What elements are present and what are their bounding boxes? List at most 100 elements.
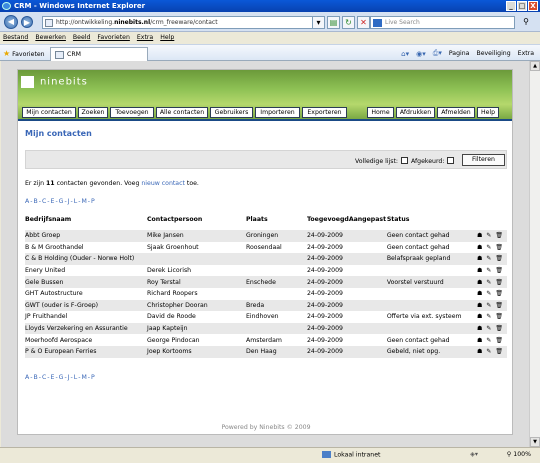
- filter-button[interactable]: Filteren: [462, 154, 505, 166]
- close-button[interactable]: X: [528, 1, 538, 11]
- edit-icon[interactable]: ✎: [486, 302, 491, 309]
- alpha-link[interactable]: M: [81, 198, 86, 205]
- table-row[interactable]: C & B Holding (Ouder - Norwe Holt) 24-09-…: [25, 253, 507, 265]
- protected-mode-icon[interactable]: ◈▾: [470, 451, 478, 458]
- table-row[interactable]: Enery United Derek Licorish 24-09-2009 ☗ ✎ 🗑: [25, 265, 507, 277]
- delete-icon[interactable]: 🗑: [495, 255, 503, 262]
- view-icon[interactable]: ☗: [477, 290, 482, 297]
- col-plaats[interactable]: Plaats: [246, 215, 307, 230]
- alpha-link[interactable]: G: [59, 198, 64, 205]
- favorites-button[interactable]: ★ Favorieten: [3, 49, 45, 58]
- delete-icon[interactable]: 🗑: [495, 313, 503, 320]
- nav-alle-contacten[interactable]: Alle contacten: [156, 107, 208, 118]
- col-status[interactable]: Status: [387, 215, 473, 230]
- edit-icon[interactable]: ✎: [486, 244, 491, 251]
- nav-zoeken[interactable]: Zoeken: [78, 107, 108, 118]
- vertical-scrollbar[interactable]: ▲ ▼: [529, 61, 540, 447]
- search-icon[interactable]: ⚲: [519, 16, 533, 29]
- nav-home[interactable]: Home: [367, 107, 394, 118]
- scroll-up-icon[interactable]: ▲: [530, 61, 540, 71]
- table-row[interactable]: JP Fruithandel David de Roode Eindhoven 24-…: [25, 311, 507, 323]
- edit-icon[interactable]: ✎: [486, 325, 491, 332]
- cmd-beveiliging[interactable]: Beveiliging: [476, 50, 510, 57]
- alpha-link[interactable]: C: [42, 374, 46, 381]
- alpha-link[interactable]: A: [25, 198, 29, 205]
- nav-toevoegen[interactable]: Toevoegen: [110, 107, 154, 118]
- menu-extra[interactable]: Extra: [137, 34, 153, 44]
- alpha-link[interactable]: P: [91, 374, 95, 381]
- home-icon[interactable]: ⌂▾: [401, 50, 409, 58]
- cmd-extra[interactable]: Extra: [518, 50, 534, 57]
- delete-icon[interactable]: 🗑: [495, 279, 503, 286]
- cmd-pagina[interactable]: Pagina: [449, 50, 470, 57]
- edit-icon[interactable]: ✎: [486, 232, 491, 239]
- delete-icon[interactable]: 🗑: [495, 302, 503, 309]
- back-button[interactable]: ◀: [4, 15, 18, 29]
- menu-bewerken[interactable]: Bewerken: [35, 34, 66, 44]
- nav-mijn-contacten[interactable]: Mijn contacten: [22, 107, 76, 118]
- menu-help[interactable]: Help: [160, 34, 174, 44]
- view-icon[interactable]: ☗: [477, 255, 482, 262]
- col-bedrijfsnaam[interactable]: Bedrijfsnaam: [25, 215, 147, 230]
- view-icon[interactable]: ☗: [477, 313, 482, 320]
- zoom-control[interactable]: ⚲ 100%: [507, 451, 531, 458]
- col-aangepast[interactable]: Aangepast: [349, 215, 387, 230]
- edit-icon[interactable]: ✎: [486, 337, 491, 344]
- stop-icon[interactable]: ✕: [357, 16, 370, 29]
- refresh-icon[interactable]: ↻: [342, 16, 355, 29]
- nav-afmelden[interactable]: Afmelden: [437, 107, 475, 118]
- scroll-down-icon[interactable]: ▼: [530, 437, 540, 447]
- alpha-link[interactable]: P: [91, 198, 95, 205]
- nav-help[interactable]: Help: [477, 107, 499, 118]
- view-icon[interactable]: ☗: [477, 244, 482, 251]
- menu-beeld[interactable]: Beeld: [73, 34, 91, 44]
- alpha-link[interactable]: B: [33, 374, 37, 381]
- feeds-icon[interactable]: ◉▾: [416, 50, 426, 58]
- col-contactpersoon[interactable]: Contactpersoon: [147, 215, 246, 230]
- edit-icon[interactable]: ✎: [486, 279, 491, 286]
- dropdown-icon[interactable]: ▾: [312, 16, 325, 29]
- edit-icon[interactable]: ✎: [486, 348, 491, 355]
- table-row[interactable]: Moerhoofd Aerospace George Pindocan Amster…: [25, 334, 507, 346]
- edit-icon[interactable]: ✎: [486, 313, 491, 320]
- view-icon[interactable]: ☗: [477, 302, 482, 309]
- forward-button[interactable]: ▶: [21, 16, 33, 28]
- view-icon[interactable]: ☗: [477, 232, 482, 239]
- menu-favorieten[interactable]: Favorieten: [97, 34, 129, 44]
- delete-icon[interactable]: 🗑: [495, 244, 503, 251]
- alpha-link[interactable]: J: [68, 374, 70, 381]
- nav-importeren[interactable]: Importeren: [255, 107, 300, 118]
- alpha-link[interactable]: L: [74, 198, 77, 205]
- view-icon[interactable]: ☗: [477, 348, 482, 355]
- alpha-link[interactable]: L: [74, 374, 77, 381]
- delete-icon[interactable]: 🗑: [495, 232, 503, 239]
- edit-icon[interactable]: ✎: [486, 255, 491, 262]
- alpha-link[interactable]: A: [25, 374, 29, 381]
- view-icon[interactable]: ☗: [477, 267, 482, 274]
- alpha-link[interactable]: M: [81, 374, 86, 381]
- address-bar[interactable]: http://ontwikkeling.ninebits.nl/crm_free…: [42, 16, 320, 29]
- nav-exporteren[interactable]: Exporteren: [302, 107, 347, 118]
- edit-icon[interactable]: ✎: [486, 290, 491, 297]
- print-icon[interactable]: ⎙▾: [433, 49, 442, 58]
- alpha-link[interactable]: C: [42, 198, 46, 205]
- table-row[interactable]: P & O European Ferries Joep Kortooms Den H…: [25, 345, 507, 358]
- delete-icon[interactable]: 🗑: [495, 267, 503, 274]
- browser-tab[interactable]: CRM: [50, 47, 148, 61]
- delete-icon[interactable]: 🗑: [495, 348, 503, 355]
- delete-icon[interactable]: 🗑: [495, 290, 503, 297]
- table-row[interactable]: Gele Bussen Roy Terstal Enschede 24-09-2009…: [25, 276, 507, 288]
- alpha-link[interactable]: E: [51, 198, 55, 205]
- alpha-link[interactable]: E: [51, 374, 55, 381]
- col-toegevoegd[interactable]: Toegevoegd: [307, 215, 349, 230]
- volledige-checkbox[interactable]: [401, 157, 408, 164]
- maximize-button[interactable]: □: [517, 1, 527, 11]
- edit-icon[interactable]: ✎: [486, 267, 491, 274]
- view-icon[interactable]: ☗: [477, 325, 482, 332]
- search-input[interactable]: Live Search: [370, 16, 515, 29]
- alpha-link[interactable]: J: [68, 198, 70, 205]
- nav-afdrukken[interactable]: Afdrukken: [396, 107, 435, 118]
- table-row[interactable]: Lloyds Verzekering en Assurantie Jaap Kap…: [25, 322, 507, 335]
- table-row[interactable]: GHT Autostructure Richard Roopers 24-09-20…: [25, 288, 507, 300]
- delete-icon[interactable]: 🗑: [495, 337, 503, 344]
